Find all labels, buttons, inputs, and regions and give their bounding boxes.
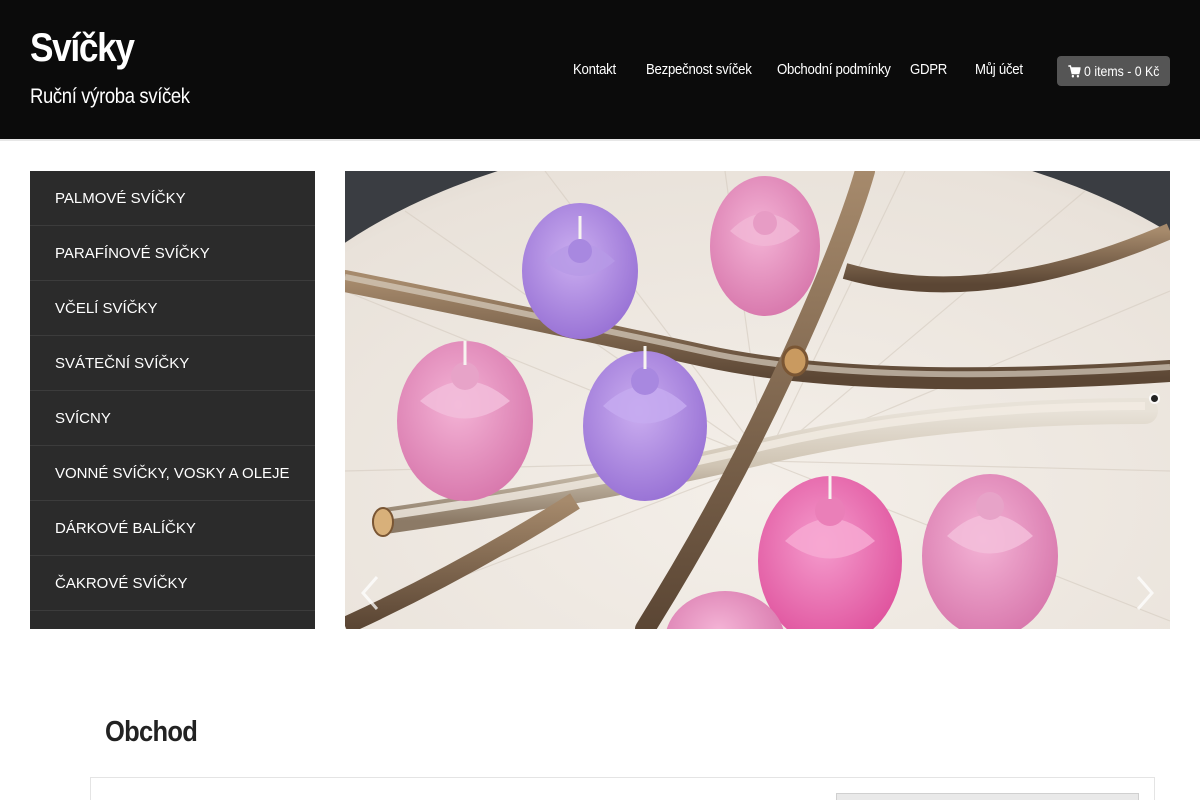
category-sidebar: PALMOVÉ SVÍČKY PARAFÍNOVÉ SVÍČKY VČELÍ S… (30, 171, 315, 629)
nav-link-bezpecnost[interactable]: Bezpečnost svíček (646, 61, 752, 78)
shop-heading: Obchod (105, 716, 198, 748)
slider-pagination-dot[interactable] (1151, 395, 1158, 402)
sidebar-item-cakrove-svicky[interactable]: ČAKROVÉ SVÍČKY (30, 556, 315, 611)
nav-link-kontakt[interactable]: Kontakt (573, 61, 616, 78)
site-title[interactable]: Svíčky (30, 26, 135, 71)
sidebar-item-svatecni-svicky[interactable]: SVÁTEČNÍ SVÍČKY (30, 336, 315, 391)
nav-link-muj-ucet[interactable]: Můj účet (975, 61, 1023, 78)
slide-image-rose-candles (345, 171, 1170, 629)
cart-button[interactable]: 0 items - 0 Kč (1057, 56, 1170, 86)
sidebar-item-palmove-svicky[interactable]: PALMOVÉ SVÍČKY (30, 171, 315, 226)
header-divider (0, 139, 1200, 141)
site-header: Svíčky Ruční výroba svíček Kontakt Bezpe… (0, 0, 1200, 139)
slider-prev-arrow[interactable] (355, 571, 385, 615)
cart-summary: 0 items - 0 Kč (1083, 63, 1160, 79)
sidebar-item-vonne-svicky[interactable]: VONNÉ SVÍČKY, VOSKY A OLEJE (30, 446, 315, 501)
sidebar-item-parafinove-svicky[interactable]: PARAFÍNOVÉ SVÍČKY (30, 226, 315, 281)
site-tagline: Ruční výroba svíček (30, 85, 190, 108)
shopping-cart-icon (1067, 64, 1081, 77)
hero-slider (345, 171, 1170, 629)
nav-link-gdpr[interactable]: GDPR (910, 61, 947, 78)
sidebar-item-svicny[interactable]: SVÍCNY (30, 391, 315, 446)
sidebar-item-vceli-svicky[interactable]: VČELÍ SVÍČKY (30, 281, 315, 336)
sidebar-item-darkove-balicky[interactable]: DÁRKOVÉ BALÍČKY (30, 501, 315, 556)
shop-sort-select[interactable] (836, 793, 1139, 800)
nav-link-obchodni-podminky[interactable]: Obchodní podmínky (777, 61, 891, 78)
slider-next-arrow[interactable] (1130, 571, 1160, 615)
